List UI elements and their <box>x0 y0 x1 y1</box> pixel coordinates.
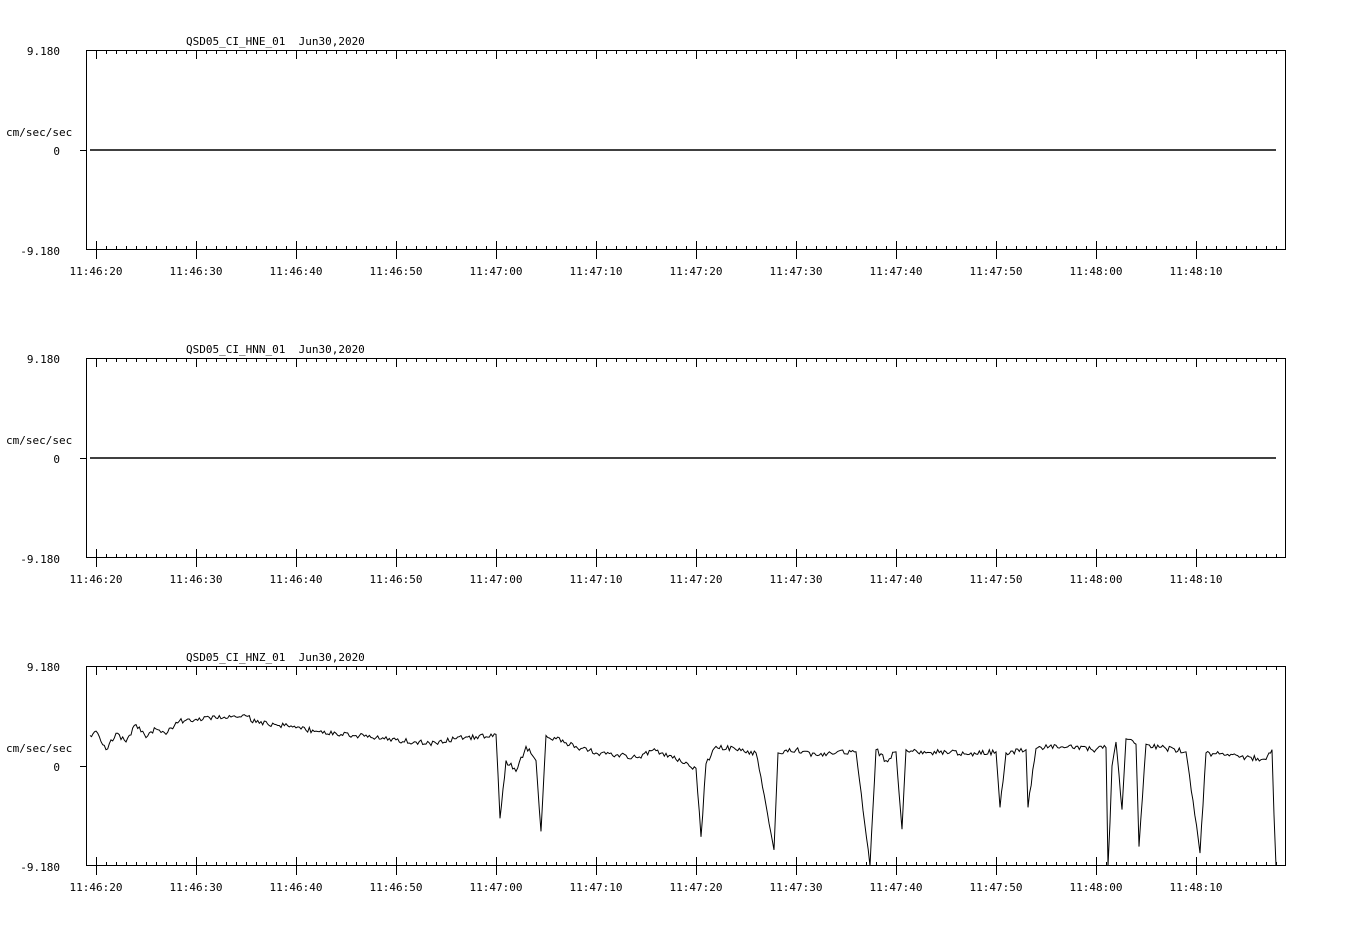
x-tick-label: 11:48:10 <box>1170 881 1223 894</box>
x-tick-label: 11:47:50 <box>970 265 1023 278</box>
y-axis-label: cm/sec/sec <box>6 434 72 447</box>
x-tick-label: 11:47:00 <box>470 573 523 586</box>
x-tick-label: 11:47:20 <box>670 265 723 278</box>
y-tick-label-bottom: -9.180 <box>20 245 60 258</box>
chart-title: QSD05_CI_HNN_01 Jun30,2020 <box>186 343 365 356</box>
chart-title: QSD05_CI_HNZ_01 Jun30,2020 <box>186 651 365 664</box>
chart-title: QSD05_CI_HNE_01 Jun30,2020 <box>186 35 365 48</box>
x-tick-label: 11:47:50 <box>970 573 1023 586</box>
x-tick-label: 11:47:20 <box>670 573 723 586</box>
x-tick-label: 11:47:00 <box>470 881 523 894</box>
x-tick-label: 11:47:10 <box>570 573 623 586</box>
x-tick-label: 11:47:10 <box>570 265 623 278</box>
x-tick-label: 11:47:40 <box>870 573 923 586</box>
x-tick-label: 11:46:40 <box>270 265 323 278</box>
y-axis-label: cm/sec/sec <box>6 126 72 139</box>
y-axis-label: cm/sec/sec <box>6 742 72 755</box>
x-tick-label: 11:48:10 <box>1170 265 1223 278</box>
x-tick-label: 11:47:40 <box>870 881 923 894</box>
x-tick-label: 11:47:40 <box>870 265 923 278</box>
x-tick-label: 11:47:30 <box>770 881 823 894</box>
y-tick-label-zero: 0 <box>53 453 60 466</box>
y-tick-label-top: 9.180 <box>27 661 60 674</box>
x-tick-label: 11:48:00 <box>1070 881 1123 894</box>
x-tick-label: 11:46:50 <box>370 573 423 586</box>
x-tick-label: 11:46:50 <box>370 265 423 278</box>
x-tick-label: 11:46:20 <box>70 265 123 278</box>
background <box>0 0 1358 924</box>
x-tick-label: 11:46:20 <box>70 573 123 586</box>
seismogram-charts: QSD05_CI_HNE_01 Jun30,2020 9.180 cm/sec/… <box>0 0 1358 924</box>
x-tick-label: 11:48:10 <box>1170 573 1223 586</box>
x-tick-label: 11:48:00 <box>1070 265 1123 278</box>
x-tick-label: 11:47:30 <box>770 265 823 278</box>
y-tick-label-top: 9.180 <box>27 45 60 58</box>
x-tick-label: 11:46:30 <box>170 881 223 894</box>
x-tick-label: 11:47:50 <box>970 881 1023 894</box>
x-tick-label: 11:46:40 <box>270 573 323 586</box>
y-tick-label-bottom: -9.180 <box>20 553 60 566</box>
x-tick-label: 11:47:10 <box>570 881 623 894</box>
x-tick-label: 11:47:20 <box>670 881 723 894</box>
y-tick-label-top: 9.180 <box>27 353 60 366</box>
x-tick-label: 11:47:30 <box>770 573 823 586</box>
x-tick-label: 11:48:00 <box>1070 573 1123 586</box>
x-tick-label: 11:46:20 <box>70 881 123 894</box>
x-tick-label: 11:46:30 <box>170 573 223 586</box>
x-tick-label: 11:47:00 <box>470 265 523 278</box>
x-tick-label: 11:46:40 <box>270 881 323 894</box>
y-tick-label-zero: 0 <box>53 145 60 158</box>
x-tick-label: 11:46:50 <box>370 881 423 894</box>
seismogram-page: QSD05_CI_HNE_01 Jun30,2020 9.180 cm/sec/… <box>0 0 1358 924</box>
y-tick-label-bottom: -9.180 <box>20 861 60 874</box>
y-tick-label-zero: 0 <box>53 761 60 774</box>
x-tick-label: 11:46:30 <box>170 265 223 278</box>
